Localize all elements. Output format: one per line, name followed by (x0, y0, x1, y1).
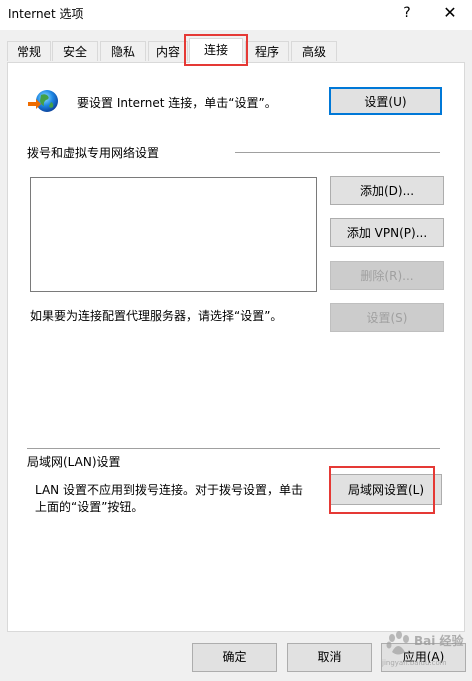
internet-options-dialog: Internet 选项 ? ✕ 常规 安全 隐私 内容 连接 程序 高级 要设置… (0, 0, 472, 681)
lan-divider (27, 448, 440, 449)
tab-content[interactable]: 内容 (148, 41, 188, 61)
setup-description: 要设置 Internet 连接，单击“设置”。 (77, 96, 277, 110)
title-bar: Internet 选项 ? ✕ (0, 0, 472, 30)
tab-privacy[interactable]: 隐私 (100, 41, 146, 61)
connections-listbox[interactable] (30, 177, 317, 292)
help-icon[interactable]: ? (397, 3, 417, 23)
lan-description-line2: 上面的“设置”按钮。 (35, 500, 144, 514)
globe-connection-icon (28, 90, 58, 112)
lan-description-line1: LAN 设置不应用到拨号连接。对于拨号设置，单击 (35, 483, 303, 497)
close-icon[interactable]: ✕ (438, 3, 462, 23)
tab-advanced[interactable]: 高级 (291, 41, 337, 61)
lan-settings-button[interactable]: 局域网设置(L) (330, 474, 442, 505)
add-vpn-button[interactable]: 添加 VPN(P)... (330, 218, 444, 247)
tab-programs[interactable]: 程序 (245, 41, 289, 61)
proxy-description: 如果要为连接配置代理服务器，请选择“设置”。 (30, 309, 283, 323)
settings-button[interactable]: 设置(S) (330, 303, 444, 332)
lan-heading: 局域网(LAN)设置 (27, 455, 121, 469)
remove-button[interactable]: 删除(R)... (330, 261, 444, 290)
window-title: Internet 选项 (8, 7, 84, 21)
tab-connections[interactable]: 连接 (189, 38, 243, 63)
cancel-button[interactable]: 取消 (287, 643, 372, 672)
ok-button[interactable]: 确定 (192, 643, 277, 672)
apply-button[interactable]: 应用(A) (381, 643, 466, 672)
connections-panel: 要设置 Internet 连接，单击“设置”。 设置(U) 拨号和虚拟专用网络设… (7, 62, 465, 632)
setup-button[interactable]: 设置(U) (329, 87, 442, 115)
dialup-heading: 拨号和虚拟专用网络设置 (27, 146, 160, 160)
add-button[interactable]: 添加(D)... (330, 176, 444, 205)
tab-general[interactable]: 常规 (7, 41, 51, 61)
dialup-divider (235, 152, 440, 153)
tab-security[interactable]: 安全 (52, 41, 98, 61)
